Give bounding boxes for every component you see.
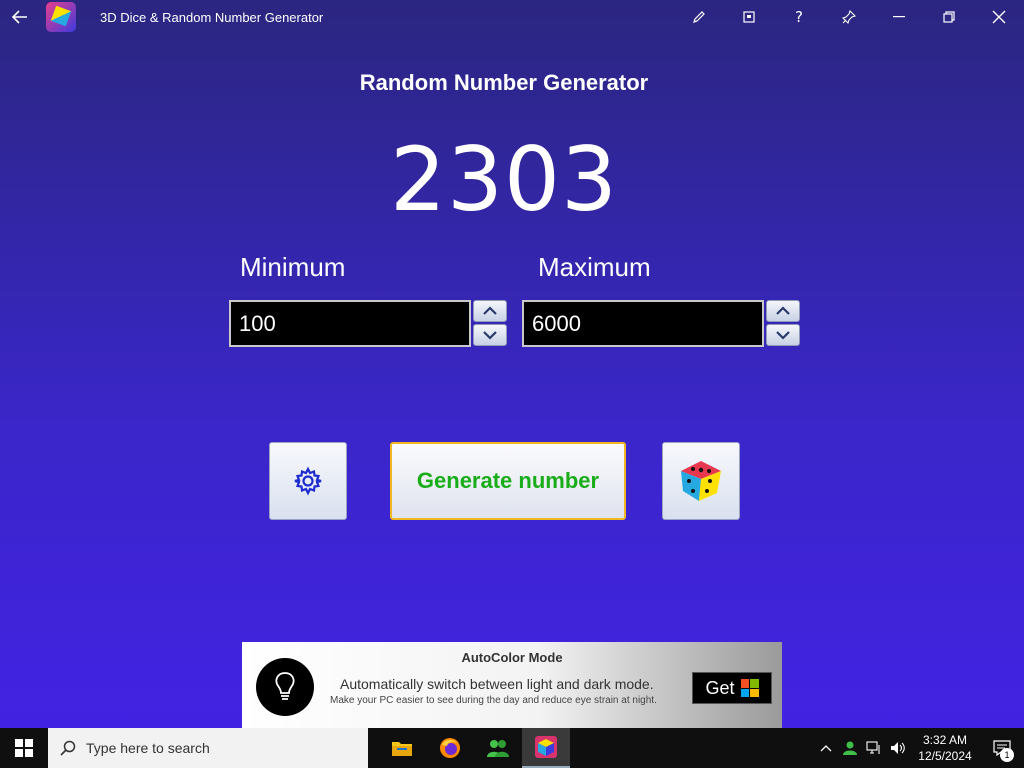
close-icon[interactable] (974, 0, 1024, 34)
firefox-icon[interactable] (426, 728, 474, 768)
minimize-icon[interactable] (874, 0, 924, 34)
random-result: 2303 (390, 128, 618, 231)
chevron-up-icon (776, 306, 790, 315)
chevron-up-icon[interactable] (814, 728, 838, 768)
network-icon[interactable] (862, 728, 886, 768)
dice-icon (681, 461, 721, 501)
help-glyph: ? (795, 8, 803, 26)
dice-mode-button[interactable] (662, 442, 740, 520)
minimum-label: Minimum (240, 252, 346, 282)
search-icon (60, 740, 76, 756)
lightbulb-icon (256, 658, 314, 716)
generate-number-button[interactable]: Generate number (390, 442, 626, 520)
app-logo-icon (46, 2, 76, 32)
back-arrow-icon[interactable] (0, 0, 40, 34)
ad-sub-text: Make your PC easier to see during the da… (330, 695, 657, 706)
chevron-down-icon (776, 331, 790, 340)
maximum-label: Maximum (538, 252, 651, 282)
ad-get-button[interactable]: Get (692, 672, 772, 704)
taskbar-search-box[interactable]: Type here to search (48, 728, 368, 768)
ad-get-label: Get (705, 677, 735, 698)
volume-icon[interactable] (886, 728, 910, 768)
notification-badge: 1 (1000, 748, 1014, 762)
compact-overlay-icon[interactable] (724, 0, 774, 34)
dice-app-icon[interactable] (522, 728, 570, 768)
file-explorer-icon[interactable] (378, 728, 426, 768)
page-title: Random Number Generator (359, 70, 649, 95)
pin-icon[interactable] (824, 0, 874, 34)
window-title: 3D Dice & Random Number Generator (100, 9, 324, 25)
generate-number-label: Generate number (416, 468, 600, 493)
minimum-decrement-button[interactable] (473, 324, 507, 346)
maximum-input[interactable]: 6000 (522, 300, 764, 347)
taskbar: Type here to search 3:32 AM 12/5/2024 1 (0, 728, 1024, 768)
search-placeholder: Type here to search (86, 740, 210, 756)
taskbar-clock[interactable]: 3:32 AM 12/5/2024 (910, 732, 980, 764)
chevron-up-icon (483, 306, 497, 315)
restore-icon[interactable] (924, 0, 974, 34)
title-bar: 3D Dice & Random Number Generator ? (0, 0, 1024, 34)
clock-date: 12/5/2024 (918, 749, 972, 763)
help-icon[interactable]: ? (774, 0, 824, 34)
ad-main-text: Automatically switch between light and d… (340, 676, 654, 692)
user-account-icon[interactable] (838, 728, 862, 768)
settings-button[interactable] (269, 442, 347, 520)
minimum-input[interactable]: 100 (229, 300, 471, 347)
chevron-down-icon (483, 331, 497, 340)
clock-time: 3:32 AM (922, 733, 968, 747)
gear-icon (294, 466, 322, 496)
people-app-icon[interactable] (474, 728, 522, 768)
pen-icon[interactable] (674, 0, 724, 34)
notification-icon[interactable]: 1 (980, 728, 1024, 768)
ad-title: AutoColor Mode (461, 650, 563, 665)
microsoft-store-icon (740, 679, 759, 697)
ad-banner[interactable]: AutoColor Mode Automatically switch betw… (242, 642, 782, 728)
maximum-increment-button[interactable] (766, 300, 800, 322)
minimum-increment-button[interactable] (473, 300, 507, 322)
maximum-decrement-button[interactable] (766, 324, 800, 346)
windows-start-icon[interactable] (0, 728, 48, 768)
